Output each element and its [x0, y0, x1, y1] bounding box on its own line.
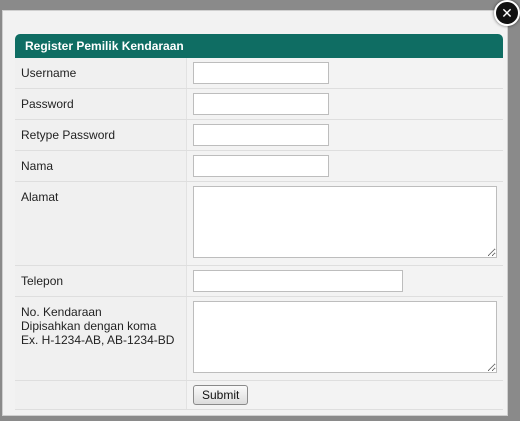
retype-password-input[interactable] [193, 124, 329, 146]
alamat-textarea[interactable] [193, 186, 497, 258]
submit-button[interactable]: Submit [193, 385, 249, 405]
password-label: Password [15, 88, 187, 120]
kendaraan-label: No. Kendaraan Dipisahkan dengan koma Ex.… [15, 296, 187, 381]
form-table: Username Password Retype Password Nama A… [15, 58, 503, 410]
kendaraan-label-example: Ex. H-1234-AB, AB-1234-BD [21, 333, 175, 347]
close-icon[interactable]: ✕ [494, 0, 520, 26]
row-telepon: Telepon [15, 265, 503, 297]
row-username: Username [15, 58, 503, 89]
kendaraan-textarea[interactable] [193, 301, 497, 373]
nama-label: Nama [15, 150, 187, 182]
register-form: Register Pemilik Kendaraan Username Pass… [15, 34, 503, 410]
retype-password-label: Retype Password [15, 119, 187, 151]
alamat-label: Alamat [15, 181, 187, 266]
row-submit: Submit [15, 380, 503, 410]
submit-row-spacer [15, 380, 187, 410]
username-input[interactable] [193, 62, 329, 84]
kendaraan-label-title: No. Kendaraan [21, 305, 102, 319]
telepon-label: Telepon [15, 265, 187, 297]
row-password: Password [15, 88, 503, 120]
row-nama: Nama [15, 150, 503, 182]
form-title: Register Pemilik Kendaraan [15, 34, 503, 58]
row-kendaraan: No. Kendaraan Dipisahkan dengan koma Ex.… [15, 296, 503, 381]
row-retype-password: Retype Password [15, 119, 503, 151]
nama-input[interactable] [193, 155, 329, 177]
row-alamat: Alamat [15, 181, 503, 266]
register-dialog: Register Pemilik Kendaraan Username Pass… [2, 10, 508, 416]
kendaraan-label-hint: Dipisahkan dengan koma [21, 319, 157, 333]
password-input[interactable] [193, 93, 329, 115]
username-label: Username [15, 58, 187, 89]
telepon-input[interactable] [193, 270, 403, 292]
